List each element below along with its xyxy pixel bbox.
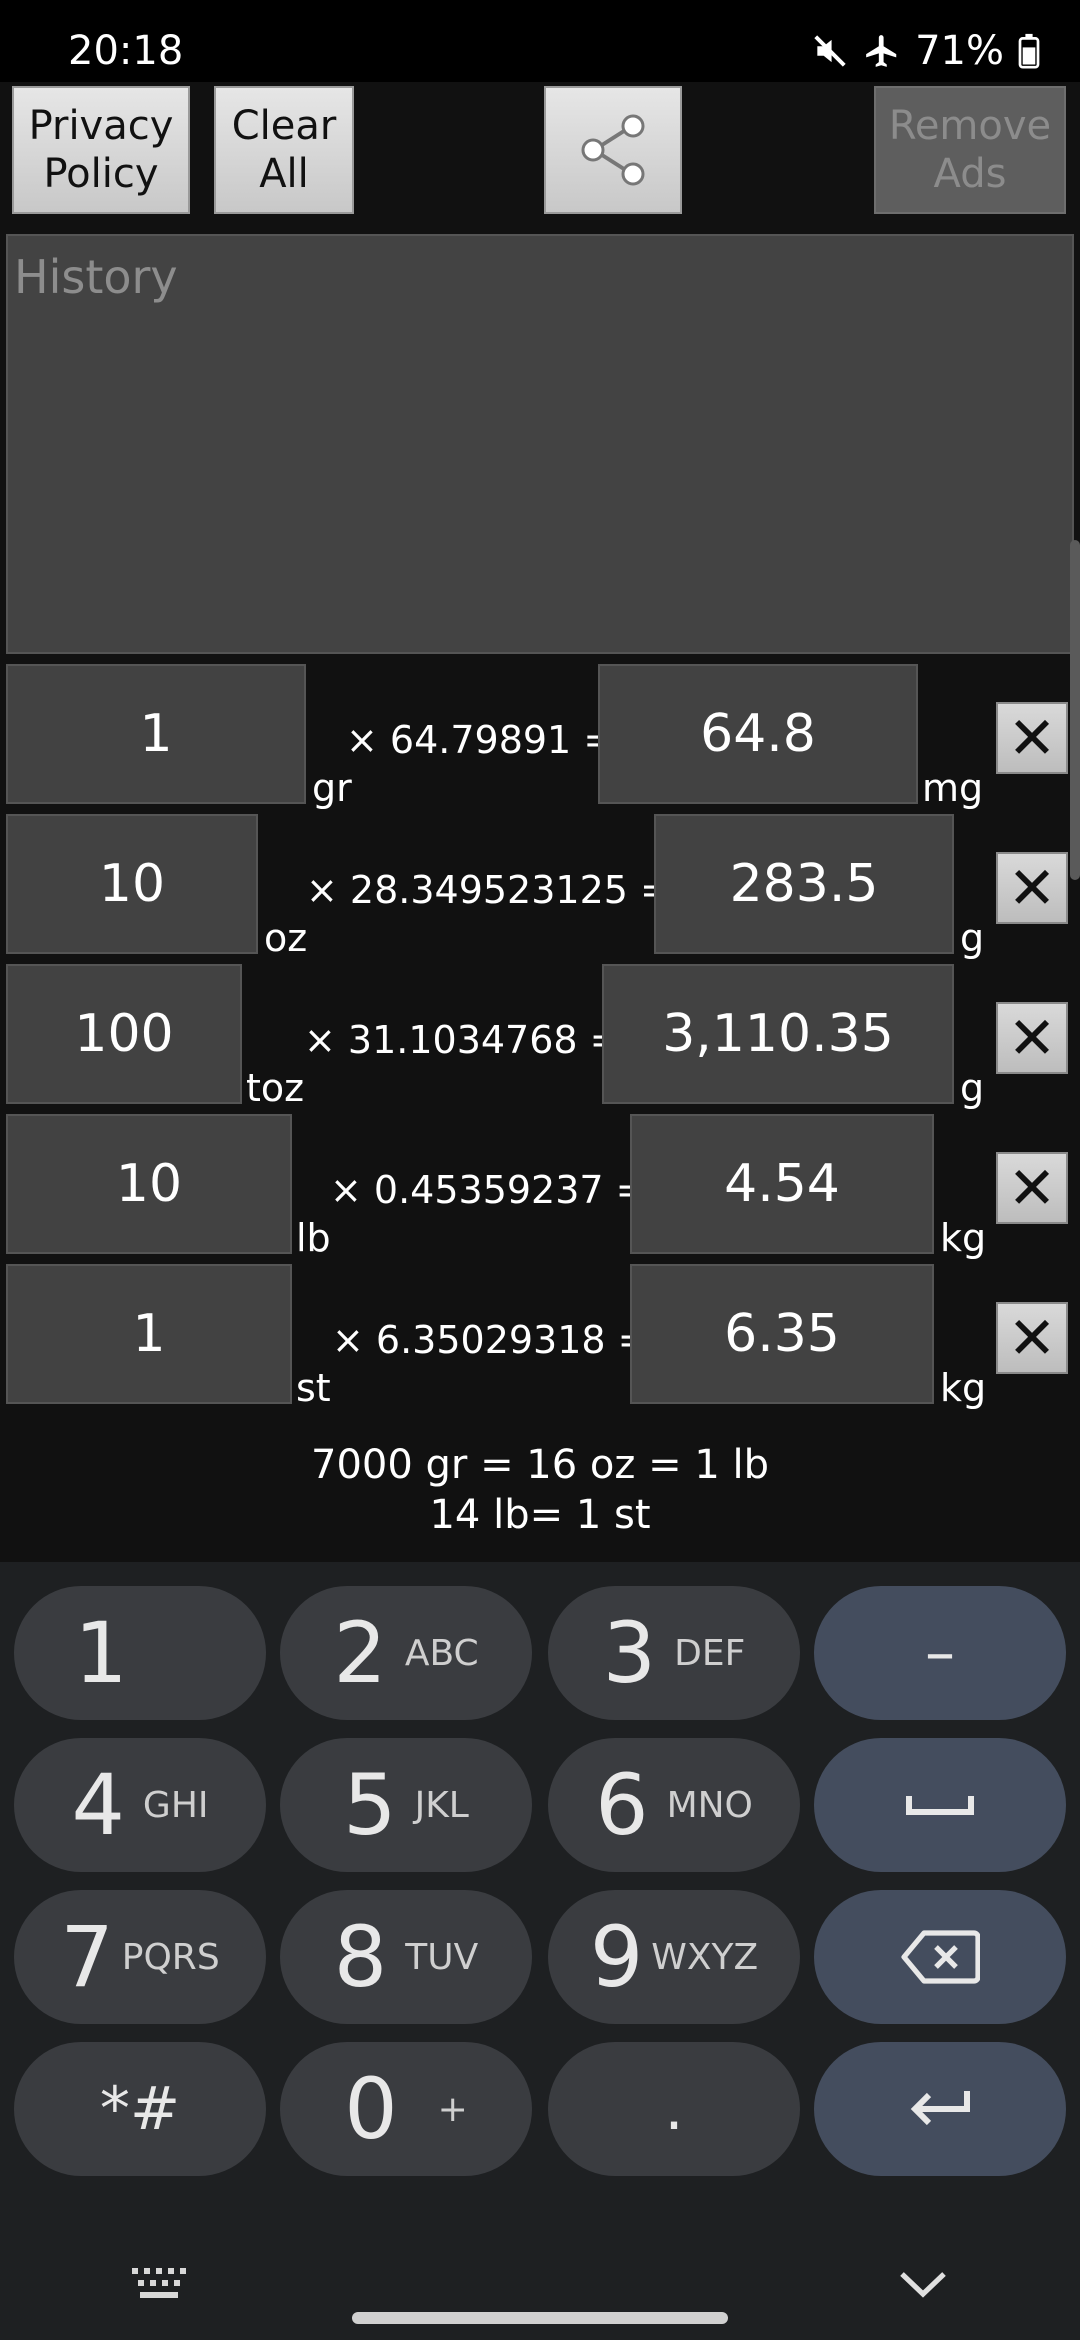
battery-icon [1018,33,1040,69]
key-letters: JKL [414,1784,469,1826]
key-7[interactable]: 7 PQRS [14,1890,266,2024]
key-minus[interactable]: – [814,1586,1066,1720]
key-enter[interactable] [814,2042,1066,2176]
key-8[interactable]: 8 TUV [280,1890,532,2024]
input-field[interactable]: 100 [6,964,242,1104]
input-field[interactable]: 10 [6,814,258,954]
key-digit: *# [99,2074,181,2144]
to-unit: g [960,1066,985,1110]
numeric-keyboard: 1 2 ABC 3 DEF – 4 GHI 5 JKL 6 MNO 7 PQRS 8 TUV … [0,1562,1080,2340]
factor-label: × 0.45359237 = [330,1168,648,1212]
clear-label-line2: All [259,151,309,197]
key-digit: 6 [595,1756,649,1854]
enter-icon [910,2091,970,2126]
result-field: 283.5 [654,814,954,954]
key-3[interactable]: 3 DEF [548,1586,800,1720]
key-backspace[interactable] [814,1890,1066,2024]
key-letters: + [437,2088,468,2130]
key-6[interactable]: 6 MNO [548,1738,800,1872]
factor-label: × 31.1034768 = [304,1018,622,1062]
space-icon [906,1796,974,1815]
key-9[interactable]: 9 WXYZ [548,1890,800,2024]
factor-label: × 64.79891 = [346,718,616,762]
to-unit: g [960,916,985,960]
key-period[interactable]: . [548,2042,800,2176]
key-digit: 9 [589,1908,644,2006]
key-digit: 1 [74,1604,128,1702]
key-digit: 0 [344,2060,398,2158]
key-digit: 3 [602,1604,657,1702]
chevron-down-icon[interactable] [898,2268,948,2298]
navigation-handle[interactable] [352,2312,728,2324]
result-field: 4.54 [630,1114,934,1254]
key-5[interactable]: 5 JKL [280,1738,532,1872]
battery-percent: 71% [915,28,1004,74]
share-icon [581,114,645,186]
to-unit: kg [940,1216,987,1260]
backspace-icon [901,1930,980,1984]
to-unit: kg [940,1366,987,1410]
key-digit: . [664,2074,684,2144]
result-field: 6.35 [630,1264,934,1404]
airplane-icon [866,35,897,67]
delete-row-button[interactable]: ✕ [996,702,1068,774]
privacy-label-line2: Policy [43,151,159,197]
remove-label-line1: Remove [888,103,1052,149]
status-icons: 71% [811,28,1040,74]
clear-label-line1: Clear [231,103,337,149]
key-star-hash[interactable]: *# [14,2042,266,2176]
status-time: 20:18 [68,28,184,74]
key-digit: 2 [333,1604,387,1702]
key-letters: PQRS [121,1936,220,1978]
delete-row-button[interactable]: ✕ [996,1152,1068,1224]
key-2[interactable]: 2 ABC [280,1586,532,1720]
delete-row-button[interactable]: ✕ [996,1302,1068,1374]
from-unit: lb [296,1216,331,1260]
input-field[interactable]: 1 [6,1264,292,1404]
share-button[interactable] [544,86,682,214]
key-4[interactable]: 4 GHI [14,1738,266,1872]
result-field: 3,110.35 [602,964,954,1104]
privacy-label-line1: Privacy [28,103,174,149]
key-letters: TUV [405,1936,479,1978]
key-digit: 5 [343,1756,397,1854]
privacy-policy-button[interactable]: Privacy Policy [12,86,190,214]
key-space[interactable] [814,1738,1066,1872]
factor-label: × 6.35029318 = [332,1318,650,1362]
key-letters: ABC [404,1632,479,1674]
remove-ads-button[interactable]: Remove Ads [874,86,1066,214]
clear-all-button[interactable]: Clear All [214,86,354,214]
key-digit: 4 [71,1756,125,1854]
key-0[interactable]: 0 + [280,2042,532,2176]
from-unit: st [296,1366,331,1410]
key-1[interactable]: 1 [14,1586,266,1720]
history-area[interactable]: History [6,234,1074,654]
result-field: 64.8 [598,664,918,804]
history-placeholder: History [14,250,178,304]
key-letters: GHI [142,1784,209,1826]
scrollbar[interactable] [1070,540,1080,880]
input-field[interactable]: 1 [6,664,306,804]
key-letters: MNO [666,1784,753,1826]
note-line-2: 14 lb= 1 st [429,1492,651,1538]
conversion-note: 7000 gr = 16 oz = 1 lb 14 lb= 1 st [0,1440,1080,1540]
input-field[interactable]: 10 [6,1114,292,1254]
from-unit: toz [246,1066,305,1110]
remove-label-line2: Ads [933,151,1007,197]
note-line-1: 7000 gr = 16 oz = 1 lb [311,1442,769,1488]
key-digit: 8 [333,1908,388,2006]
key-letters: DEF [674,1632,746,1674]
delete-row-button[interactable]: ✕ [996,1002,1068,1074]
keyboard-icon[interactable] [130,2266,188,2302]
from-unit: gr [312,766,352,810]
key-digit: 7 [60,1908,114,2006]
key-letters: WXYZ [651,1936,759,1978]
to-unit: mg [922,766,984,810]
from-unit: oz [264,916,308,960]
delete-row-button[interactable]: ✕ [996,852,1068,924]
mute-icon [814,35,846,67]
minus-symbol: – [925,1618,955,1688]
factor-label: × 28.349523125 = [306,868,672,912]
